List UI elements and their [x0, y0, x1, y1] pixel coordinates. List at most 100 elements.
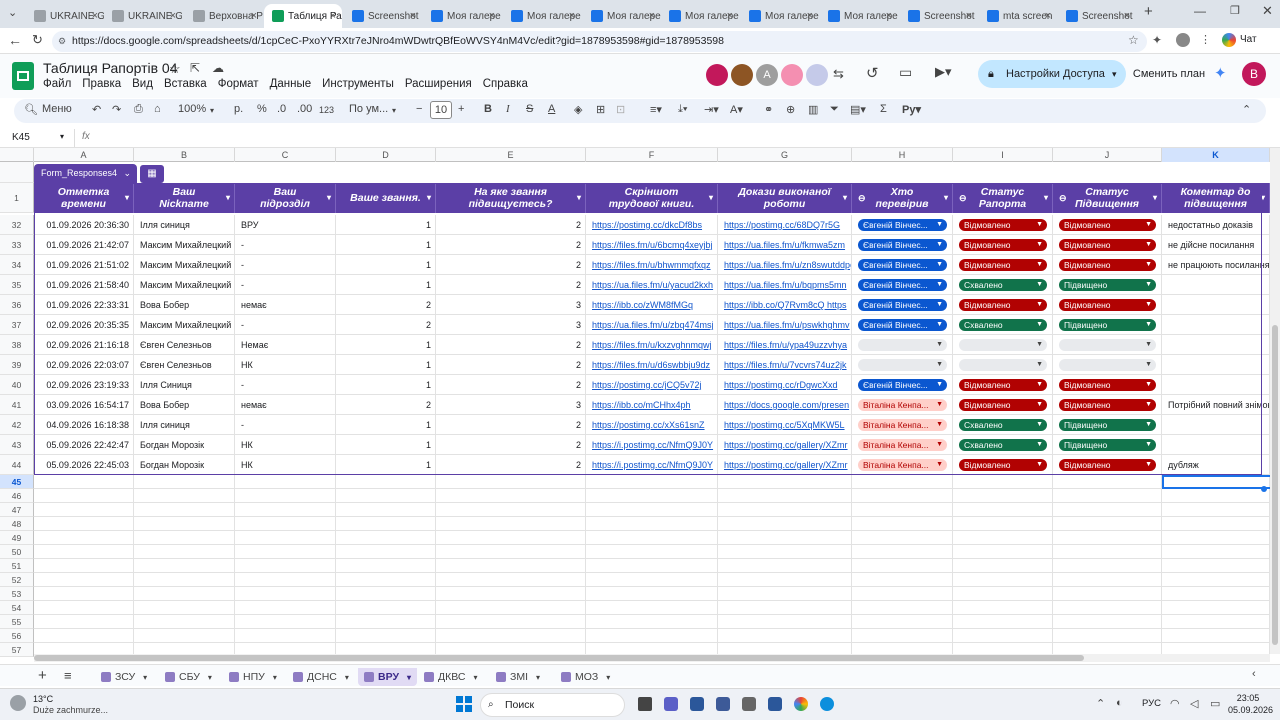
- row-number[interactable]: 37: [0, 315, 34, 335]
- align-icon[interactable]: ≡▾: [650, 103, 662, 116]
- table-cell[interactable]: 01.09.2026 21:58:40: [34, 275, 134, 295]
- table-cell[interactable]: 2: [436, 235, 586, 255]
- column-header-cell[interactable]: ⊖ Статус Підвищення ▾: [1053, 183, 1162, 213]
- column-header-cell[interactable]: Скріншот трудової книги. ▾: [586, 183, 718, 213]
- status-chip[interactable]: Євгеній Вінчес... ▼: [858, 299, 947, 311]
- column-header-cell[interactable]: Коментар до підвищення ▾: [1162, 183, 1270, 213]
- edge-icon[interactable]: [820, 697, 834, 711]
- wrap-icon[interactable]: ⇥▾: [704, 103, 719, 116]
- row-number[interactable]: 40: [0, 375, 34, 395]
- table-cell[interactable]: https://ua.files.fm/u/zbq474msj: [586, 315, 718, 335]
- row-number[interactable]: 52: [0, 573, 34, 587]
- empty-cell[interactable]: [34, 545, 134, 559]
- zoom-select[interactable]: 100%: [178, 103, 206, 115]
- filter-dropdown-icon[interactable]: ▾: [125, 192, 129, 204]
- table-cell[interactable]: 02.09.2026 22:03:07: [34, 355, 134, 375]
- print-icon[interactable]: ⎙: [134, 103, 143, 116]
- menu-item[interactable]: Расширения: [405, 78, 472, 90]
- empty-cell[interactable]: [1053, 559, 1162, 573]
- empty-cell[interactable]: [852, 517, 953, 531]
- star-icon[interactable]: ☆: [169, 61, 181, 77]
- table-cell[interactable]: -: [235, 255, 336, 275]
- column-header[interactable]: J: [1053, 148, 1162, 162]
- status-chip[interactable]: ▼: [959, 359, 1047, 371]
- empty-cell[interactable]: [1162, 587, 1270, 601]
- link-text[interactable]: https://postimg.cc/rDgwcXxd: [724, 380, 838, 390]
- browser-tab[interactable]: Моя галере ×: [423, 4, 501, 28]
- battery-icon[interactable]: ▭: [1210, 697, 1220, 710]
- functions-icon[interactable]: Σ: [880, 103, 887, 115]
- column-header-cell[interactable]: ⊖ Статус Рапорта ▾: [953, 183, 1053, 213]
- app-icon[interactable]: [716, 697, 730, 711]
- empty-cell[interactable]: [852, 587, 953, 601]
- text-rotate-icon[interactable]: A▾: [730, 103, 743, 116]
- app-icon[interactable]: [768, 697, 782, 711]
- close-tab-icon[interactable]: ×: [410, 10, 416, 22]
- minimize-icon[interactable]: —: [1194, 4, 1206, 18]
- empty-cell[interactable]: [953, 503, 1053, 517]
- link-text[interactable]: https://postimg.cc/dkcDf8bs: [592, 220, 702, 230]
- status-chip[interactable]: Віталіна Кенпа... ▼: [858, 419, 947, 431]
- share-button[interactable]: 🔒︎ Настройки Доступа ▾: [978, 60, 1126, 88]
- table-cell[interactable]: https://i.postimg.cc/NfmQ9J0Y: [586, 455, 718, 475]
- status-chip[interactable]: Віталіна Кенпа... ▼: [858, 399, 947, 411]
- empty-cell[interactable]: [34, 475, 134, 489]
- table-cell[interactable]: https://ua.files.fm/u/bqpms5mn: [718, 275, 852, 295]
- link-text[interactable]: https://ua.files.fm/u/zn8swutddpgt: [724, 260, 851, 270]
- close-tab-icon[interactable]: ×: [330, 10, 336, 22]
- link-text[interactable]: https://i.postimg.cc/NfmQ9J0Y: [592, 440, 713, 450]
- collaborator-avatar[interactable]: [731, 64, 753, 86]
- chevron-down-icon[interactable]: ▾: [210, 106, 214, 115]
- empty-cell[interactable]: [336, 475, 436, 489]
- empty-cell[interactable]: [953, 615, 1053, 629]
- font-size-plus-button[interactable]: +: [458, 103, 464, 115]
- user-avatar[interactable]: B: [1242, 62, 1266, 86]
- decrease-decimal-button[interactable]: .0: [277, 103, 286, 115]
- browser-tab[interactable]: UKRAINE G ×: [104, 4, 182, 28]
- close-tab-icon[interactable]: ×: [886, 10, 892, 22]
- increase-decimal-button[interactable]: .00: [297, 103, 312, 115]
- menu-dots-icon[interactable]: ⋮: [1200, 33, 1211, 46]
- empty-cell[interactable]: [1053, 503, 1162, 517]
- chat-label[interactable]: Чат: [1240, 34, 1257, 45]
- link-text[interactable]: https://ua.files.fm/u/fkmwa5zm: [724, 240, 845, 250]
- empty-cell[interactable]: [235, 489, 336, 503]
- link-text[interactable]: https://postimg.cc/jCQ5v72j: [592, 380, 702, 390]
- empty-cell[interactable]: [436, 503, 586, 517]
- comment-cell[interactable]: дубляж: [1162, 455, 1270, 475]
- start-icon[interactable]: [456, 696, 472, 712]
- weather-temp[interactable]: 13°C: [33, 694, 53, 704]
- comment-cell[interactable]: [1162, 435, 1270, 455]
- table-grid-icon[interactable]: ▦: [140, 165, 164, 183]
- empty-cell[interactable]: [586, 601, 718, 615]
- sheet-tab[interactable]: НПУ ▾: [223, 668, 283, 686]
- link-icon[interactable]: ⚭: [764, 103, 773, 116]
- table-cell[interactable]: Ілля синиця: [134, 415, 235, 435]
- row-number[interactable]: 48: [0, 517, 34, 531]
- status-chip[interactable]: Відмовлено ▼: [959, 379, 1047, 391]
- table-cell[interactable]: Максим Михайлецкий: [134, 275, 235, 295]
- table-cell[interactable]: https://files.fm/u/bhwmmqfxqz: [586, 255, 718, 275]
- menu-item[interactable]: Вставка: [164, 78, 207, 90]
- empty-cell[interactable]: [718, 489, 852, 503]
- row-number[interactable]: 34: [0, 255, 34, 275]
- table-cell[interactable]: https://files.fm/u/ypa49uzzvhya: [718, 335, 852, 355]
- gemini-icon[interactable]: ✦: [1214, 64, 1227, 82]
- link-text[interactable]: https://ua.files.fm/u/yacud2kxh: [592, 280, 713, 290]
- close-window-icon[interactable]: ✕: [1262, 3, 1273, 19]
- empty-cell[interactable]: [953, 489, 1053, 503]
- status-chip[interactable]: Відмовлено ▼: [959, 399, 1047, 411]
- link-text[interactable]: https://ua.files.fm/u/zbq474msj: [592, 320, 714, 330]
- table-cell[interactable]: 1: [336, 275, 436, 295]
- status-chip[interactable]: Віталіна Кенпа... ▼: [858, 459, 947, 471]
- empty-cell[interactable]: [336, 629, 436, 643]
- text-color-icon[interactable]: A: [548, 103, 555, 115]
- table-cell[interactable]: 02.09.2026 20:35:35: [34, 315, 134, 335]
- close-tab-icon[interactable]: ×: [569, 10, 575, 22]
- table-cell[interactable]: https://ua.files.fm/u/zn8swutddpgt: [718, 255, 852, 275]
- empty-cell[interactable]: [852, 601, 953, 615]
- status-chip[interactable]: Відмовлено ▼: [1059, 399, 1156, 411]
- table-cell[interactable]: https://postimg.cc/5XqMKW5L: [718, 415, 852, 435]
- row-number[interactable]: 35: [0, 275, 34, 295]
- row-number[interactable]: 51: [0, 559, 34, 573]
